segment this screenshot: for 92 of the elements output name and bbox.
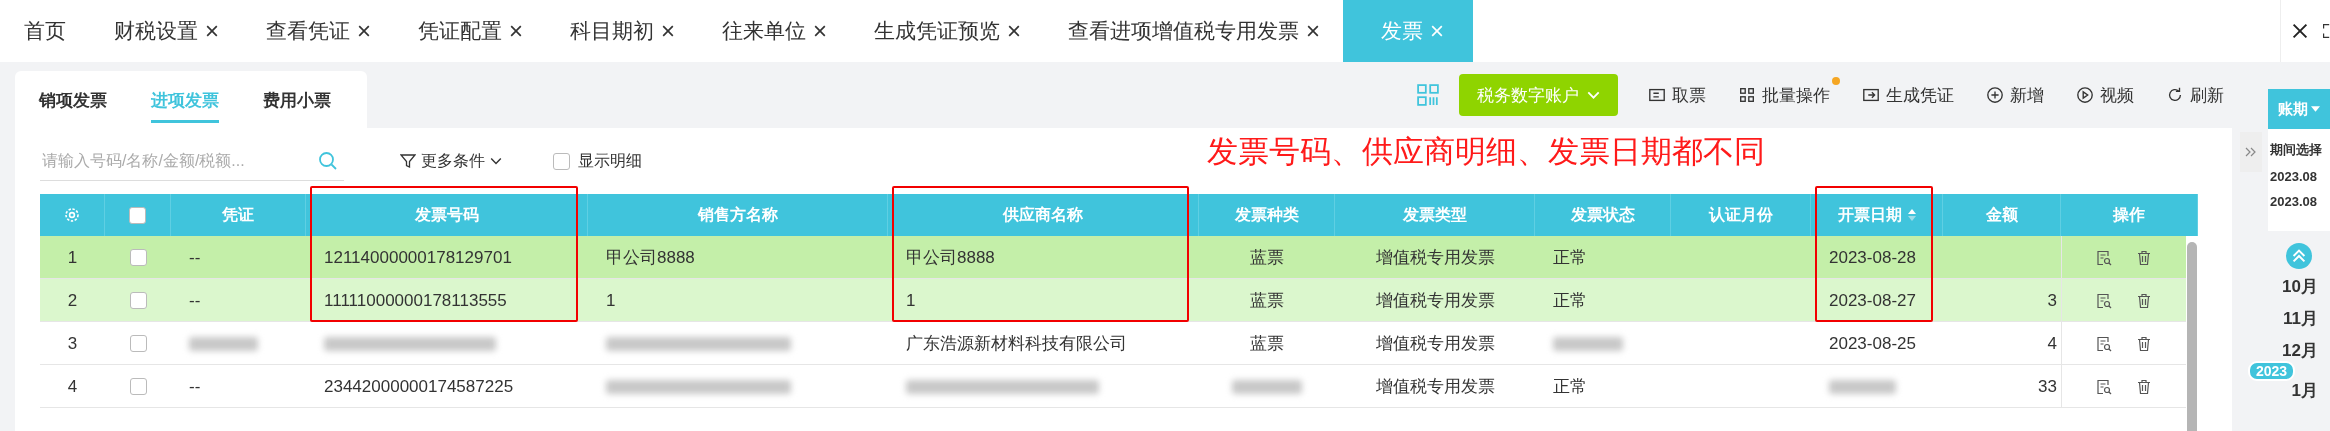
row-number: 2: [67, 290, 78, 311]
page-tab[interactable]: 生成凭证预览: [850, 0, 1044, 62]
refresh-button[interactable]: 刷新: [2150, 73, 2240, 117]
ticket-button[interactable]: 取票: [1632, 73, 1722, 117]
page-tab[interactable]: 财税设置: [90, 0, 242, 62]
delete-icon[interactable]: [2136, 249, 2152, 266]
table-cell-text: 正常: [1553, 290, 1587, 312]
month-item[interactable]: 10月: [2282, 271, 2318, 303]
close-icon[interactable]: [814, 25, 826, 37]
fullscreen-icon[interactable]: [2322, 22, 2330, 40]
table-cell: --: [189, 247, 201, 268]
page-tab[interactable]: 首页: [0, 0, 90, 62]
delete-icon[interactable]: [2136, 335, 2152, 352]
close-icon[interactable]: [206, 25, 218, 37]
ticket-icon: [1648, 86, 1666, 104]
close-icon[interactable]: [1008, 25, 1020, 37]
close-icon[interactable]: [358, 25, 370, 37]
delete-icon[interactable]: [2136, 378, 2152, 395]
table-cell-text: 正常: [1553, 247, 1587, 269]
page-tab[interactable]: 往来单位: [698, 0, 850, 62]
notification-dot: [1832, 76, 1840, 85]
add-icon: [1986, 86, 2004, 104]
filter-icon: [400, 153, 416, 169]
annotation-text: 发票号码、供应商明细、发票日期都不同: [1207, 133, 1765, 171]
table-row[interactable]: [40, 279, 2186, 322]
page-tab[interactable]: 查看进项增值税专用发票: [1044, 0, 1343, 62]
chevron-down-icon: [1587, 91, 1600, 99]
video-icon: [2076, 86, 2094, 104]
voucher-button[interactable]: 生成凭证: [1846, 73, 1970, 117]
period-title: 期间选择: [2269, 141, 2323, 159]
column-header: 操作: [2113, 204, 2145, 225]
scrollbar[interactable]: [2187, 242, 2197, 431]
period-date[interactable]: 2023.08: [2268, 169, 2330, 184]
close-icon[interactable]: [662, 25, 674, 37]
select-all-checkbox[interactable]: [129, 206, 146, 224]
checkbox[interactable]: [553, 152, 570, 170]
view-icon[interactable]: [2096, 292, 2112, 309]
table-cell: 1: [906, 290, 916, 311]
table-cell-text: 增值税专用发票: [1375, 290, 1495, 312]
table-cell: 2023-08-28: [1829, 247, 1916, 268]
checkbox-label: 显示明细: [578, 150, 642, 171]
page-tab[interactable]: 科目期初: [546, 0, 698, 62]
delete-icon[interactable]: [2136, 292, 2152, 309]
close-icon[interactable]: [1307, 25, 1319, 37]
table-cell: 4: [2047, 333, 2057, 354]
table-cell-text: 增值税专用发票: [1375, 333, 1495, 355]
table-cell-text: 甲公司8888: [606, 247, 695, 269]
close-icon[interactable]: [510, 25, 522, 37]
search-field[interactable]: 请输入号码/名称/金额/税额...: [40, 150, 318, 171]
row-number: 1: [67, 247, 78, 268]
batch-icon: [1738, 86, 1756, 104]
table-cell: 33: [2038, 376, 2057, 397]
table-cell: 11111000000178113555: [324, 290, 507, 311]
invoice-tab[interactable]: 费用小票: [263, 76, 331, 123]
table-cell: --: [189, 376, 201, 397]
table-cell-text: 增值税专用发票: [1375, 376, 1495, 398]
table-cell: 2023-08-25: [1829, 333, 1916, 354]
invoice-tab[interactable]: 销项发票: [39, 76, 107, 123]
refresh-icon: [2166, 86, 2184, 104]
batch-button[interactable]: 批量操作: [1722, 73, 1846, 117]
table-cell: 23442000000174587225: [324, 376, 514, 397]
table-cell-text: 蓝票: [1250, 247, 1284, 269]
close-icon: [2291, 23, 2308, 39]
row-number: 4: [67, 376, 78, 397]
table-cell-text: 增值税专用发票: [1375, 247, 1495, 269]
page-tab[interactable]: 凭证配置: [394, 0, 546, 62]
view-icon[interactable]: [2096, 335, 2112, 352]
voucher-icon: [1862, 86, 1880, 104]
table-cell: 3: [2047, 290, 2057, 311]
table-cell-text: 蓝票: [1250, 333, 1284, 355]
table-cell-text: 甲公司8888: [906, 247, 995, 269]
video-button[interactable]: 视频: [2060, 73, 2150, 117]
page-tab[interactable]: 查看凭证: [242, 0, 394, 62]
add-button[interactable]: 新增: [1970, 73, 2060, 117]
month-item[interactable]: 11月: [2283, 303, 2318, 335]
table-cell-text: 正常: [1553, 376, 1587, 398]
view-icon[interactable]: [2096, 378, 2112, 395]
table-cell-text: 广东浩源新材料科技有限公司: [906, 333, 1127, 355]
caret-down-icon: [2311, 106, 2320, 112]
row-number: 3: [67, 333, 78, 354]
table-cell-text: 蓝票: [1250, 290, 1284, 312]
double-chevron-icon: [2245, 146, 2257, 158]
year-badge: 2023: [2248, 361, 2296, 381]
chevron-down-icon: [490, 157, 502, 165]
table-row[interactable]: [40, 236, 2186, 279]
table-cell: 12114000000178129701: [324, 247, 512, 268]
table-cell: --: [189, 290, 201, 311]
table-cell: 2023-08-27: [1829, 290, 1916, 311]
view-icon[interactable]: [2096, 249, 2112, 266]
period-date[interactable]: 2023.08: [2268, 194, 2330, 209]
more-filters-button[interactable]: 更多条件: [394, 149, 508, 173]
table-cell: 1: [606, 290, 616, 311]
